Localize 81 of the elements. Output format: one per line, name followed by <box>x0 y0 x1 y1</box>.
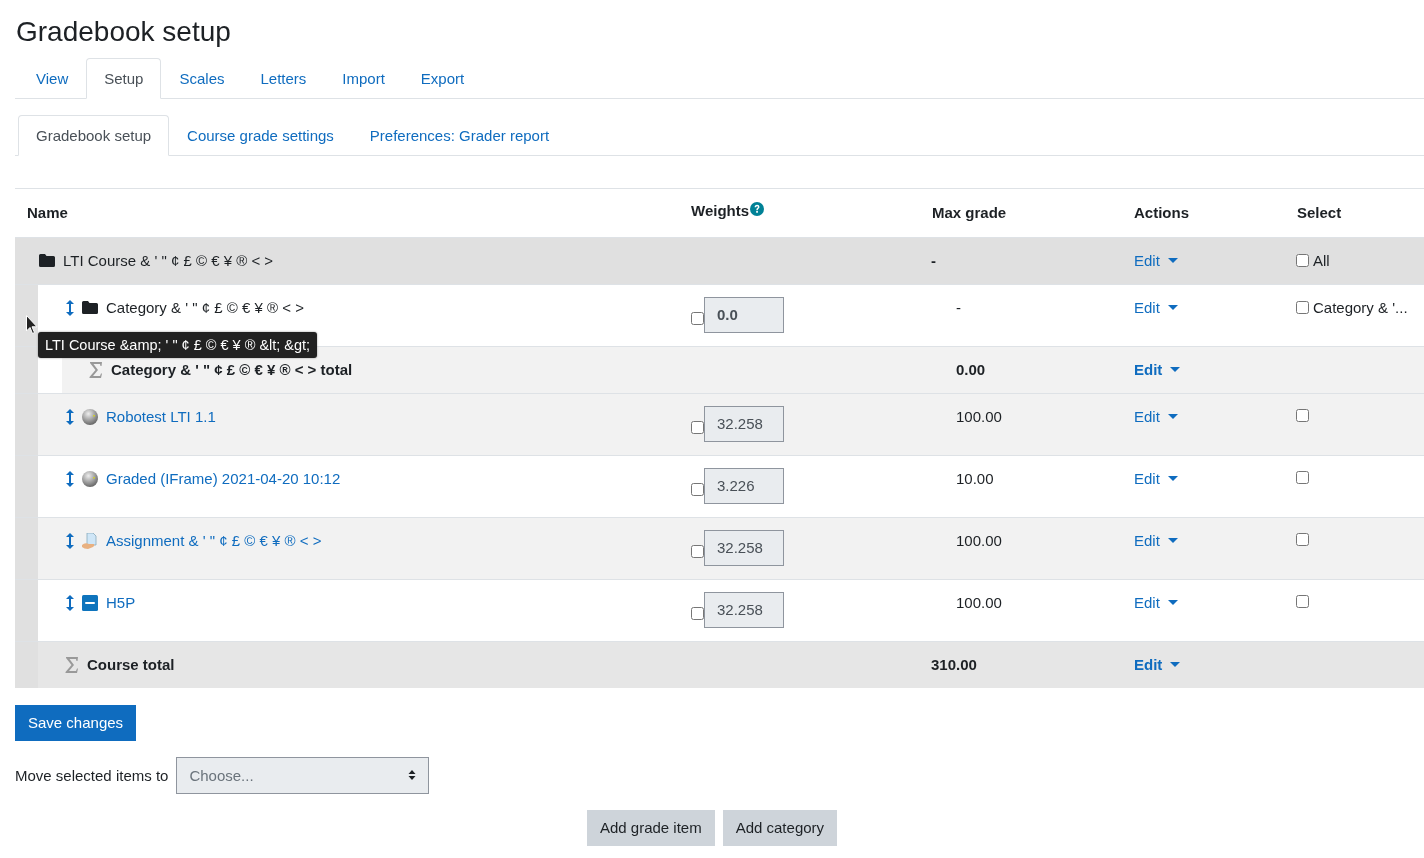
select-label: Category & '... <box>1313 297 1408 318</box>
sort-arrows-icon <box>408 770 417 781</box>
globe-icon <box>82 408 98 425</box>
edit-menu-link[interactable]: Edit <box>1134 530 1178 551</box>
hand-document-icon <box>82 532 98 549</box>
select-checkbox[interactable] <box>1296 408 1309 422</box>
edit-menu-link[interactable]: Edit <box>1134 297 1178 318</box>
tab[interactable]: Scales <box>161 57 243 99</box>
edit-menu-link[interactable]: Edit <box>1134 250 1178 271</box>
max-grade: - <box>931 251 936 269</box>
sigma-icon <box>65 656 79 673</box>
tab[interactable]: Course grade settings <box>169 114 352 156</box>
max-grade: 100.00 <box>956 531 1002 549</box>
grade-item-link[interactable]: Graded (IFrame) 2021-04-20 10:12 <box>106 468 341 489</box>
total-name: Category & ' " ¢ £ © € ¥ ® < > total <box>111 359 353 380</box>
drag-arrows-icon[interactable] <box>66 532 74 549</box>
caret-down-icon <box>1170 366 1181 373</box>
weight-override-checkbox[interactable] <box>691 483 704 497</box>
total-name: Course total <box>87 654 175 675</box>
max-grade: 0.00 <box>956 360 986 378</box>
drag-arrows-icon[interactable] <box>66 299 74 316</box>
caret-down-icon <box>1167 413 1178 420</box>
save-changes-button[interactable]: Save changes <box>15 704 137 741</box>
tooltip: LTI Course &amp; ' " ¢ £ © € ¥ ® &lt; &gt; <box>38 331 318 358</box>
column-header: Actions <box>1134 203 1189 221</box>
tab[interactable]: Export <box>402 57 483 99</box>
folder-icon <box>39 254 55 268</box>
max-grade: 310.00 <box>931 655 977 673</box>
select-label: All <box>1313 250 1330 271</box>
column-header: Weights <box>691 201 750 219</box>
max-grade: 100.00 <box>956 593 1002 611</box>
grade-item-link[interactable]: Robotest LTI 1.1 <box>106 406 216 427</box>
square-logo-icon <box>82 594 98 611</box>
caret-down-icon <box>1167 304 1178 311</box>
add-button[interactable]: Add category <box>722 809 838 846</box>
edit-menu-link[interactable]: Edit <box>1134 468 1178 489</box>
drag-arrows-icon[interactable] <box>66 408 74 425</box>
category-name: LTI Course & ' " ¢ £ © € ¥ ® < > <box>63 250 274 271</box>
tab[interactable]: Preferences: Grader report <box>351 114 568 156</box>
globe-icon <box>82 470 98 487</box>
edit-menu-link[interactable]: Edit <box>1134 592 1178 613</box>
tab[interactable]: Import <box>324 57 403 99</box>
caret-down-icon <box>1170 661 1181 668</box>
move-select[interactable]: Choose... <box>176 756 430 794</box>
caret-down-icon <box>1167 257 1178 264</box>
column-header: Max grade <box>932 203 1007 221</box>
weight-override-checkbox[interactable] <box>691 421 704 435</box>
max-grade: 100.00 <box>956 407 1002 425</box>
select-checkbox[interactable] <box>1296 301 1309 315</box>
weight-override-checkbox[interactable] <box>691 545 704 559</box>
tab[interactable]: View <box>18 57 87 99</box>
caret-down-icon <box>1167 599 1178 606</box>
select-checkbox[interactable] <box>1296 532 1309 546</box>
tab[interactable]: Setup <box>86 57 162 99</box>
drag-arrows-icon[interactable] <box>66 470 74 487</box>
grade-item-link[interactable]: Assignment & ' " ¢ £ © € ¥ ® < > <box>106 530 322 551</box>
tab[interactable]: Gradebook setup <box>18 114 170 156</box>
move-label: Move selected items to <box>15 766 169 784</box>
add-button[interactable]: Add grade item <box>586 809 715 846</box>
grade-item-link[interactable]: H5P <box>106 592 136 613</box>
help-icon[interactable] <box>750 201 765 216</box>
select-checkbox[interactable] <box>1296 594 1309 608</box>
sigma-icon <box>89 361 103 378</box>
max-grade: 10.00 <box>956 469 994 487</box>
drag-arrows-icon[interactable] <box>66 594 74 611</box>
select-checkbox[interactable] <box>1296 254 1309 268</box>
folder-icon <box>82 301 98 315</box>
edit-menu-link[interactable]: Edit <box>1134 359 1181 380</box>
category-name: Category & ' " ¢ £ © € ¥ ® < > <box>106 297 304 318</box>
page-title: Gradebook setup <box>15 15 232 49</box>
caret-down-icon <box>1167 537 1178 544</box>
max-grade: - <box>956 298 961 316</box>
tab[interactable]: Letters <box>242 57 325 99</box>
column-header: Select <box>1297 203 1342 221</box>
edit-menu-link[interactable]: Edit <box>1134 406 1178 427</box>
weight-override-checkbox[interactable] <box>691 607 704 621</box>
select-checkbox[interactable] <box>1296 470 1309 484</box>
weight-override-checkbox[interactable] <box>691 312 704 326</box>
edit-menu-link[interactable]: Edit <box>1134 654 1181 675</box>
caret-down-icon <box>1167 475 1178 482</box>
column-header: Name <box>27 203 68 221</box>
